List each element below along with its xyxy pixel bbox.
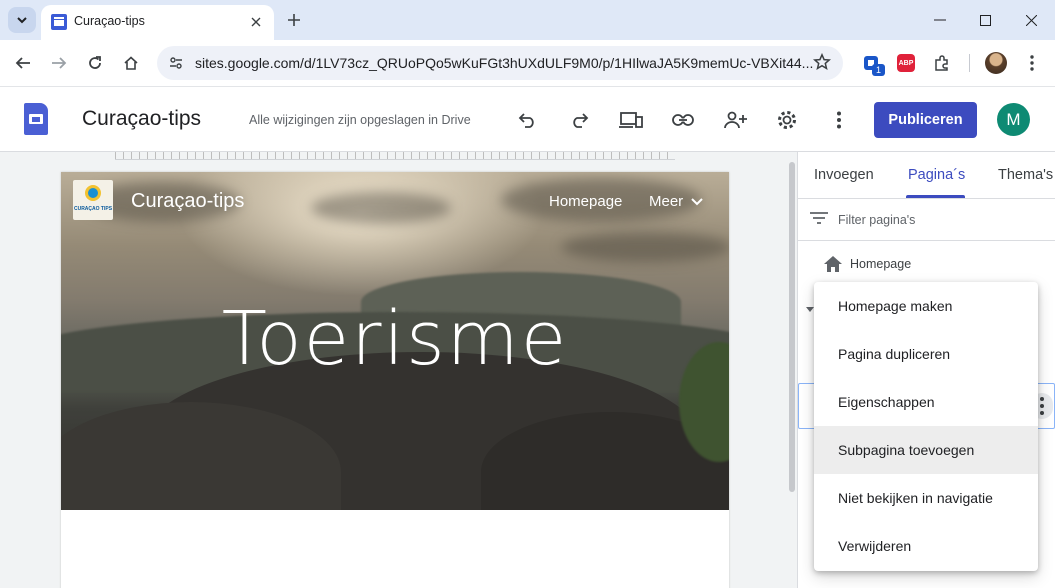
expand-arrow-icon[interactable] [806,307,814,312]
abp-label: ABP [897,54,915,72]
active-tab-indicator [906,195,965,198]
sites-favicon-icon [51,14,67,30]
plus-icon[interactable] [282,8,306,32]
profile-avatar[interactable] [985,52,1007,74]
back-icon[interactable] [10,50,36,76]
extensions-icon[interactable] [931,52,953,74]
save-status: Alle wijzigingen zijn opgeslagen in Driv… [249,113,471,127]
hero-cloud [561,232,729,262]
tab-pages[interactable]: Pagina´s [908,167,965,183]
browser-toolbar: sites.google.com/d/1LV73cz_QRUoPQo5wKuFG… [0,40,1055,86]
profile-photo [985,52,1007,74]
page-item-homepage[interactable]: Homepage [824,256,911,272]
adblock-icon[interactable]: ABP [895,52,917,74]
site-info-icon[interactable] [165,52,187,74]
browser-tab-strip: Curaçao-tips [0,0,1055,40]
site-logo-sun [85,185,101,201]
site-nav-home-link[interactable]: Homepage [549,193,622,210]
sites-logo-icon[interactable] [24,103,48,135]
filter-placeholder: Filter pagina's [838,213,916,227]
hero-banner[interactable]: CURAÇAO TIPS Curaçao-tips Homepage Meer … [61,172,729,510]
editor-canvas: CURAÇAO TIPS Curaçao-tips Homepage Meer … [0,152,797,588]
site-name[interactable]: Curaçao-tips [131,190,244,213]
menu-item-make-homepage[interactable]: Homepage maken [814,282,1038,330]
undo-icon[interactable] [515,107,541,133]
house-icon [824,256,842,272]
menu-item-add-subpage[interactable]: Subpagina toevoegen [814,426,1038,474]
redo-icon[interactable] [566,107,592,133]
site-logo-text: CURAÇAO TIPS [73,206,113,212]
hero-cloud [311,192,451,224]
url-text: sites.google.com/d/1LV73cz_QRUoPQo5wKuFG… [195,55,814,71]
panel-tabs: Invoegen Pagina´s Thema's [798,152,1055,199]
site-nav-more-label: Meer [649,193,684,210]
tab-title: Curaçao-tips [74,14,145,28]
settings-icon[interactable] [774,107,800,133]
window-close-icon[interactable] [1009,6,1053,34]
account-avatar[interactable]: M [997,103,1030,136]
preview-icon[interactable] [618,107,644,133]
page-item-label: Homepage [850,257,912,271]
address-bar[interactable]: sites.google.com/d/1LV73cz_QRUoPQo5wKuFG… [157,46,843,80]
home-icon[interactable] [118,50,144,76]
canvas-scrollbar[interactable] [789,162,795,492]
extension-badge: 1 [872,64,885,76]
link-icon[interactable] [670,107,696,133]
site-title[interactable]: Curaçao-tips [82,107,201,131]
filter-icon [810,211,828,225]
menu-item-duplicate-page[interactable]: Pagina dupliceren [814,330,1038,378]
tab-themes[interactable]: Thema's [998,167,1053,183]
chevron-down-icon [691,197,703,205]
hero-title[interactable]: Toerisme [61,296,729,382]
maximize-icon[interactable] [963,6,1007,34]
site-page-preview[interactable]: CURAÇAO TIPS Curaçao-tips Homepage Meer … [61,172,729,588]
more-options-icon[interactable] [826,107,852,133]
menu-item-properties[interactable]: Eigenschappen [814,378,1038,426]
ruler [115,152,675,160]
tab-search-icon[interactable] [8,7,36,33]
kebab-icon[interactable] [1021,52,1043,74]
browser-tab[interactable]: Curaçao-tips [41,5,274,40]
reload-icon[interactable] [82,50,108,76]
tab-insert[interactable]: Invoegen [814,167,874,183]
site-logo[interactable]: CURAÇAO TIPS [73,180,113,220]
star-icon[interactable] [813,53,831,71]
close-icon[interactable] [246,12,266,32]
page-context-menu: Homepage maken Pagina dupliceren Eigensc… [814,282,1038,571]
share-icon[interactable] [722,107,748,133]
publish-button[interactable]: Publiceren [874,102,977,138]
sites-header: Curaçao-tips Alle wijzigingen zijn opges… [0,86,1055,152]
minimize-icon[interactable] [918,6,962,34]
toolbar-divider [969,54,970,72]
menu-item-hide-from-nav[interactable]: Niet bekijken in navigatie [814,474,1038,522]
site-nav-more-link[interactable]: Meer [649,193,703,210]
extension-icon[interactable]: 1 [860,52,885,76]
forward-icon[interactable] [46,50,72,76]
menu-item-delete[interactable]: Verwijderen [814,522,1038,570]
page-filter[interactable]: Filter pagina's [798,199,1055,241]
